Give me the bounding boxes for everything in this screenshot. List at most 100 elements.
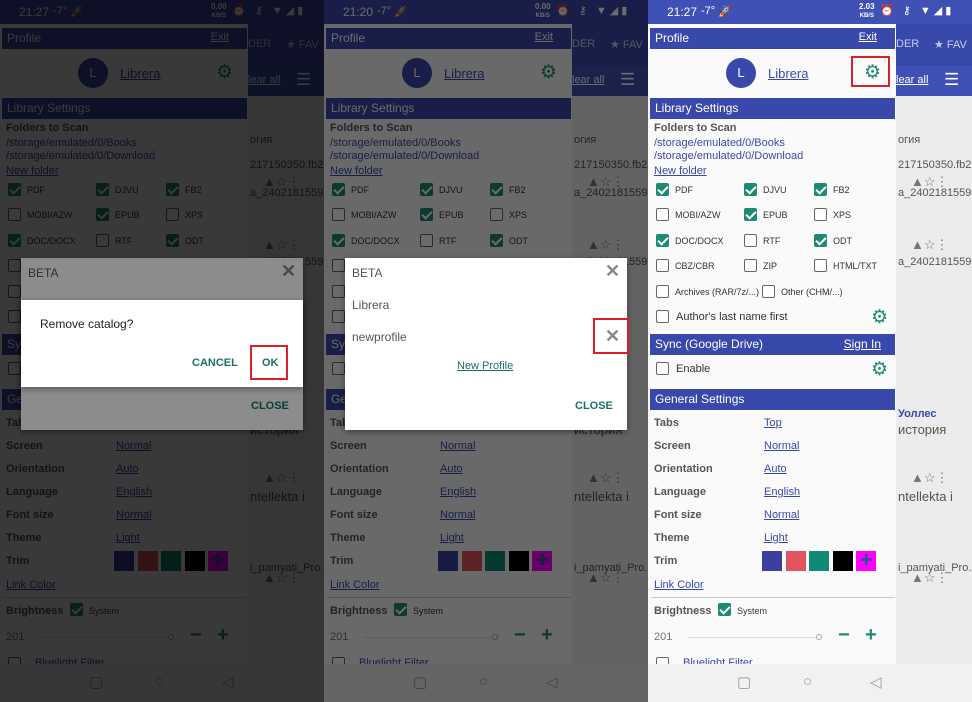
trim-color-swatch[interactable] — [762, 551, 782, 571]
plus-icon[interactable]: + — [865, 624, 877, 647]
book-item-text[interactable]: ntellekta i — [898, 489, 953, 504]
format-2-checkbox[interactable] — [814, 183, 827, 196]
new-profile-link[interactable]: New Profile — [457, 360, 513, 372]
trim-color-swatch[interactable]: ✚ — [856, 551, 876, 571]
book-actions-icons[interactable]: ▲☆⋮ — [911, 174, 949, 190]
profile-item[interactable]: Librera — [352, 298, 389, 312]
back-button[interactable]: ◁ — [870, 673, 882, 691]
format-1-checkbox[interactable] — [744, 183, 757, 196]
format-13-checkbox[interactable] — [762, 285, 775, 298]
profile-item[interactable]: newprofile — [352, 330, 407, 344]
menu-icon[interactable]: ☰ — [944, 70, 959, 90]
setting-label: Screen — [654, 440, 691, 452]
recents-button[interactable]: ▢ — [737, 673, 751, 691]
rocket-icon: 🚀 — [718, 6, 732, 18]
format-12-checkbox[interactable] — [656, 285, 669, 298]
settings-drawer: Profile Exit L Librera ⚙ Library Settings… — [648, 24, 896, 670]
format-label: ODT — [833, 236, 852, 246]
slider-thumb[interactable] — [816, 634, 822, 640]
phone-screen-3: 21:27 -7° 🚀 2.03 KB/S ⏰ ⚷ ▼◢▮ DER ★ FAV le… — [648, 0, 972, 702]
book-item-text[interactable]: Уоллес — [898, 408, 937, 420]
book-item-text[interactable]: огия — [898, 134, 920, 146]
setting-value-link[interactable]: Normal — [764, 440, 799, 452]
tab-favorites[interactable]: ★ FAV — [934, 38, 967, 51]
confirm-message: Remove catalog? — [40, 317, 134, 331]
profile-name-link[interactable]: Librera — [768, 66, 808, 81]
trim-color-swatch[interactable] — [832, 551, 853, 571]
folder-path[interactable]: /storage/emulated/0/Download — [654, 150, 803, 162]
author-last-name-checkbox[interactable] — [656, 310, 669, 323]
folders-label: Folders to Scan — [654, 122, 737, 134]
format-11-checkbox[interactable] — [814, 259, 827, 272]
format-8-checkbox[interactable] — [814, 234, 827, 247]
highlight-box — [593, 318, 629, 354]
setting-value-link[interactable]: Light — [764, 532, 788, 544]
profile-title: Profile — [655, 31, 690, 45]
format-label: XPS — [833, 210, 852, 220]
format-label: CBZ/CBR — [675, 261, 715, 271]
folder-path[interactable]: /storage/emulated/0/Books — [654, 137, 785, 149]
format-3-checkbox[interactable] — [656, 208, 669, 221]
cancel-button[interactable]: CANCEL — [192, 357, 238, 369]
setting-value-link[interactable]: English — [764, 486, 800, 498]
format-label: FB2 — [833, 185, 850, 195]
setting-value-link[interactable]: Auto — [764, 463, 787, 475]
format-4-checkbox[interactable] — [744, 208, 757, 221]
format-label: RTF — [763, 236, 781, 246]
brightness-value: 201 — [654, 631, 673, 643]
enable-label: Enable — [676, 363, 711, 375]
brightness-slider[interactable] — [688, 637, 816, 638]
book-actions-icons[interactable]: ▲☆⋮ — [911, 570, 949, 586]
clear-all-link[interactable]: lear all — [896, 74, 928, 86]
format-9-checkbox[interactable] — [656, 259, 669, 272]
setting-value-link[interactable]: Normal — [764, 509, 799, 521]
close-icon[interactable]: ✕ — [605, 261, 620, 282]
format-label: ZIP — [763, 261, 778, 271]
new-folder-link[interactable]: New folder — [654, 165, 707, 177]
section-title: Sync (Google Drive) — [655, 337, 764, 351]
setting-value-link[interactable]: Top — [764, 417, 782, 429]
profile-header: Profile Exit — [650, 28, 895, 49]
trim-color-swatch[interactable] — [809, 551, 829, 571]
format-label: PDF — [675, 185, 693, 195]
book-actions-icons[interactable]: ▲☆⋮ — [911, 237, 949, 253]
section-title: General Settings — [655, 392, 745, 406]
profiles-dialog: BETA ✕ Librera newprofile ✕ New Profile … — [345, 258, 627, 430]
highlight-box — [250, 345, 288, 380]
navigation-bar: ▢ ○ ◁ — [648, 664, 972, 702]
format-7-checkbox[interactable] — [744, 234, 757, 247]
brightness-system-checkbox[interactable] — [718, 603, 731, 616]
close-button[interactable]: CLOSE — [575, 400, 613, 412]
trim-color-swatch[interactable] — [785, 551, 806, 571]
home-button[interactable]: ○ — [803, 673, 812, 690]
phone-screen-2: 21:20 -7° 🚀 0.00KB/S ⏰ ⚷ ▼◢▮ DER★ FAV le… — [324, 0, 648, 702]
format-5-checkbox[interactable] — [814, 208, 827, 221]
general-settings-header: General Settings — [650, 389, 895, 410]
tab-bar: DER ★ FAV — [896, 24, 972, 66]
format-10-checkbox[interactable] — [744, 259, 757, 272]
section-title: Library Settings — [655, 101, 739, 115]
book-item-text[interactable]: 217150350.fb2 — [898, 159, 971, 171]
link-color-link[interactable]: Link Color — [654, 579, 704, 591]
clock: 21:27 — [667, 5, 698, 19]
library-settings-header: Library Settings — [650, 98, 895, 119]
minus-icon[interactable]: − — [838, 624, 850, 647]
format-label: Other (CHM/...) — [781, 287, 843, 297]
background-library-view: DER ★ FAV lear all ☰ огия 217150350.fb2 a_240… — [896, 24, 972, 664]
book-item-text[interactable]: a_2402181559... — [898, 256, 972, 268]
sign-in-link[interactable]: Sign In — [844, 337, 881, 351]
gear-icon[interactable]: ⚙ — [871, 308, 888, 327]
author-last-name-label: Author's last name first — [676, 311, 788, 323]
book-actions-icons[interactable]: ▲☆⋮ — [911, 470, 949, 486]
gear-icon[interactable]: ⚙ — [871, 360, 888, 379]
format-0-checkbox[interactable] — [656, 183, 669, 196]
sync-enable-checkbox[interactable] — [656, 362, 669, 375]
format-6-checkbox[interactable] — [656, 234, 669, 247]
setting-label: Tabs — [654, 417, 679, 429]
tab-folder[interactable]: DER — [896, 38, 919, 50]
exit-link[interactable]: Exit — [859, 31, 877, 43]
avatar[interactable]: L — [726, 58, 756, 88]
book-item-text[interactable]: история — [898, 422, 946, 437]
setting-label: Theme — [654, 532, 690, 544]
dialog-title: BETA — [352, 266, 383, 280]
